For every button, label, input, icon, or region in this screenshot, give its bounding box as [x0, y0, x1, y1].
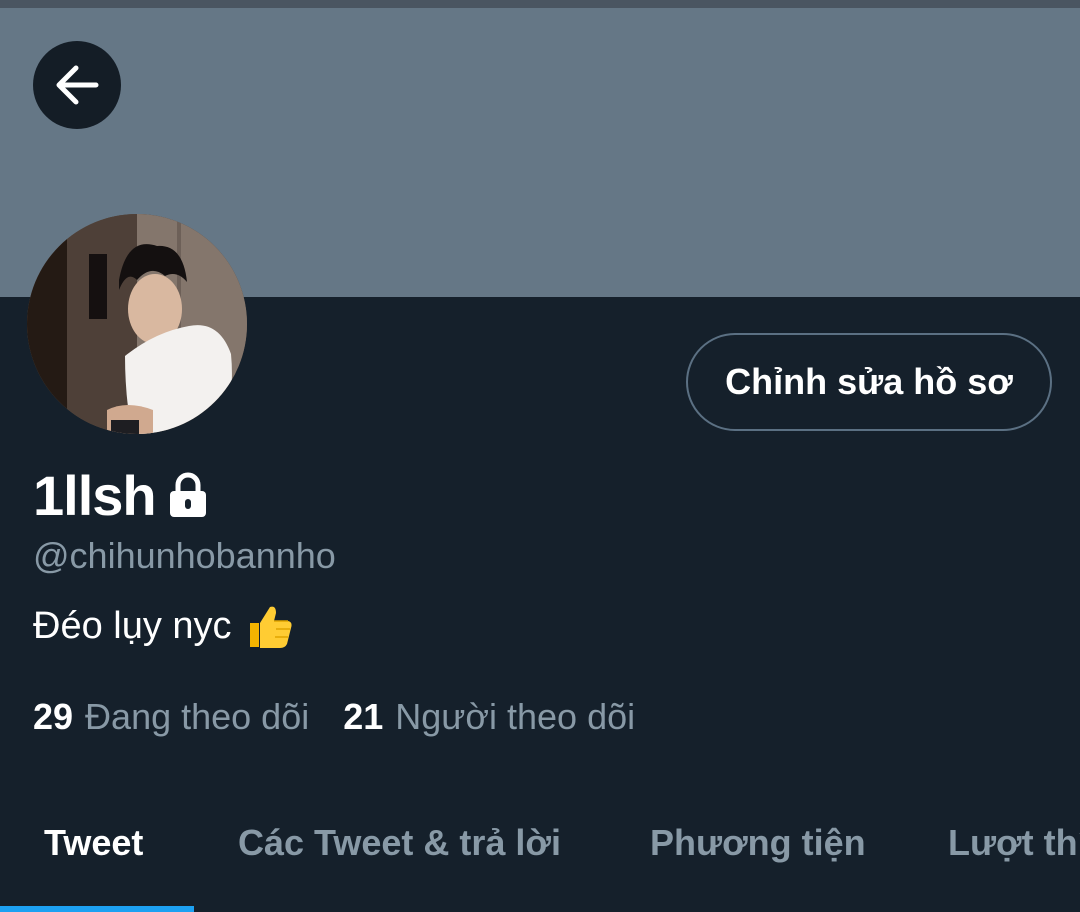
edit-profile-button[interactable]: Chỉnh sửa hồ sơ: [686, 333, 1052, 431]
following-label: Đang theo dõi: [85, 696, 310, 737]
followers-label: Người theo dõi: [395, 696, 636, 737]
following-count: 29: [33, 696, 74, 737]
follow-stats: 29 Đang theo dõi 21 Người theo dõi: [33, 696, 635, 738]
profile-handle: @chihunhobannho: [33, 535, 336, 576]
active-tab-indicator: [0, 906, 194, 912]
tab-likes[interactable]: Lượt thích: [948, 822, 1080, 864]
thumbs-up-icon: [244, 601, 294, 651]
bio-text: Đéo lụy nyc: [33, 604, 232, 647]
profile-tabs: Tweet Các Tweet & trả lời Phương tiện Lư…: [0, 782, 1080, 912]
following-stat[interactable]: 29 Đang theo dõi: [33, 696, 309, 738]
tab-media[interactable]: Phương tiện: [650, 822, 866, 864]
avatar-photo: [27, 214, 247, 434]
profile-display-name-row: 1llsh: [33, 462, 210, 528]
tab-tweets-and-replies[interactable]: Các Tweet & trả lời: [238, 822, 561, 864]
profile-bio: Đéo lụy nyc: [33, 601, 294, 651]
back-button[interactable]: [33, 41, 121, 129]
profile-screen: Chỉnh sửa hồ sơ 1llsh @chihunhobannho Đé…: [0, 0, 1080, 912]
lock-icon: [166, 472, 210, 518]
followers-stat[interactable]: 21 Người theo dõi: [343, 696, 635, 738]
arrow-left-icon: [56, 65, 99, 105]
status-bar-edge: [0, 0, 1080, 8]
display-name: 1llsh: [33, 463, 157, 527]
avatar[interactable]: [27, 214, 247, 434]
tab-tweets[interactable]: Tweet: [44, 822, 143, 864]
followers-count: 21: [343, 696, 384, 737]
